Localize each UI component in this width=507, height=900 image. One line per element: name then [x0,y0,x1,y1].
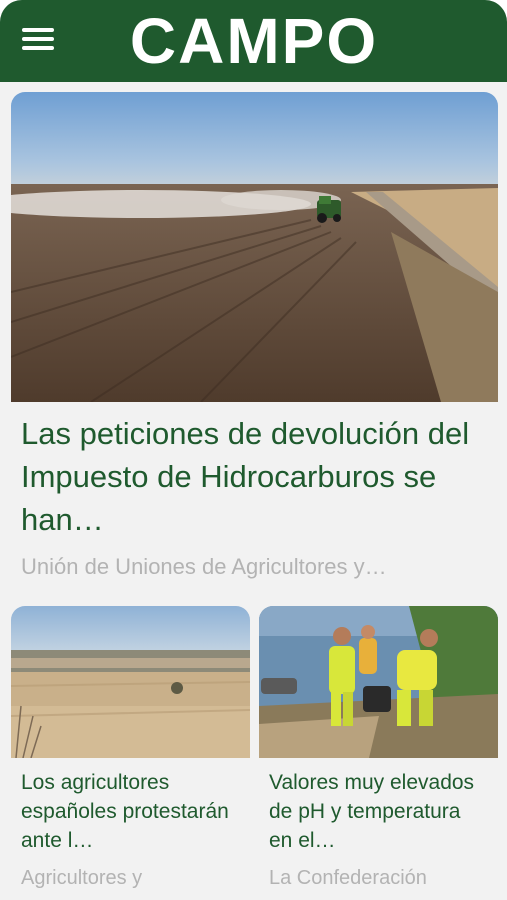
article-card[interactable]: Valores muy elevados de pH y temperatura… [259,606,498,891]
article-card-image[interactable] [259,606,498,758]
featured-article-image[interactable] [11,92,498,402]
news-feed[interactable]: Las peticiones de devolución del Impuest… [0,82,507,900]
menu-bar [22,28,54,32]
article-card-title[interactable]: Valores muy elevados de pH y temperatura… [269,768,489,855]
app-header: CAMPO [0,0,507,82]
menu-bar [22,46,54,50]
article-card-title[interactable]: Los agricultores españoles protestarán a… [21,768,241,855]
campo-logo[interactable]: CAMPO [119,4,389,78]
article-card-source: La Confederación [269,867,427,889]
featured-article-title[interactable]: Las peticiones de devolución del Impuest… [21,412,481,541]
article-card-source: Agricultores y [21,867,143,889]
article-card-image[interactable] [11,606,250,758]
article-card[interactable]: Los agricultores españoles protestarán a… [11,606,250,891]
hamburger-menu-icon[interactable] [22,26,56,54]
menu-bar [22,37,54,41]
featured-article-source: Unión de Uniones de Agricultores y… [21,554,387,579]
